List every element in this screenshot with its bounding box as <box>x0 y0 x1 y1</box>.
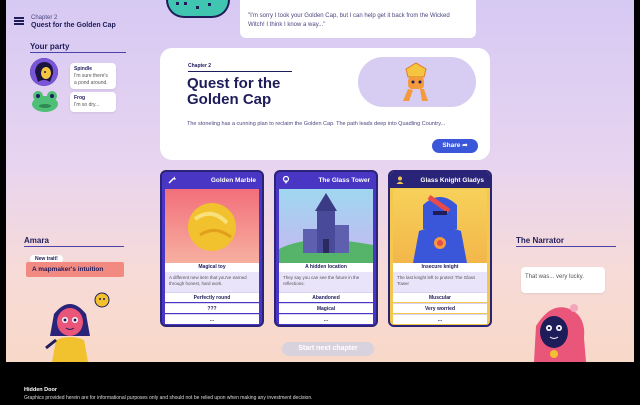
card-header: The Glass Tower <box>276 172 376 188</box>
card-golden-marble[interactable]: Golden Marble Magical toy A different ne… <box>160 170 264 327</box>
footer: Hidden Door Graphics provided herein are… <box>0 362 640 405</box>
quest-chapter: Chapter 2 <box>188 63 212 69</box>
glass-knight-art <box>393 189 487 263</box>
footer-disclaimer: Graphics provided herein are for informa… <box>24 395 313 401</box>
card-title: Golden Marble <box>210 176 256 184</box>
party-divider <box>30 52 126 53</box>
card-option[interactable]: Very worried <box>393 303 487 313</box>
narrator-bubble: That was... very lucky. <box>521 267 605 293</box>
spindle-avatar[interactable] <box>30 58 58 86</box>
frog-avatar[interactable] <box>30 89 58 117</box>
card-option[interactable]: ... <box>279 314 373 324</box>
character-icon <box>396 176 404 184</box>
stoneling-character <box>166 0 230 18</box>
spindle-name: Spindle <box>74 66 93 72</box>
start-next-chapter-button[interactable]: Start next chapter <box>282 342 374 356</box>
card-caption: A hidden location <box>279 263 373 272</box>
header-chapter-label: Chapter 2 <box>31 15 58 21</box>
amara-character[interactable] <box>44 290 114 362</box>
app-screen: Chapter 2 Quest for the Golden Cap Your … <box>6 0 634 362</box>
amara-divider <box>24 246 124 247</box>
frog-name: Frog <box>74 95 86 101</box>
glass-tower-art <box>279 189 373 263</box>
card-option[interactable]: Magical <box>279 303 373 313</box>
location-pin-icon <box>282 175 290 184</box>
card-description: They say you can see the future in the r… <box>279 272 373 292</box>
card-header: Golden Marble <box>162 172 262 188</box>
narrator-line: That was... very lucky. <box>525 274 584 280</box>
card-title: The Glass Tower <box>318 176 370 184</box>
quest-illustration <box>358 57 476 107</box>
quest-rule <box>188 71 292 72</box>
header-chapter-title: Quest for the Golden Cap <box>31 22 116 29</box>
card-description: A different new item that you've earned … <box>165 272 259 292</box>
card-glass-tower[interactable]: The Glass Tower A hidden location They s… <box>274 170 378 327</box>
footer-title: Hidden Door <box>24 387 57 393</box>
golden-marble-art <box>165 189 259 263</box>
frog-line: I'm so dry... <box>74 101 100 108</box>
wand-icon <box>168 176 176 184</box>
quest-card: Chapter 2 Quest for the Golden Cap The s… <box>160 48 490 160</box>
frog-bubble: Frog I'm so dry... <box>70 92 116 112</box>
spindle-bubble: Spindle I'm sure there's a pond around. <box>70 63 116 90</box>
card-title: Glass Knight Gladys <box>420 176 484 184</box>
quest-description: The stoneling has a cunning plan to recl… <box>187 121 446 127</box>
share-label: Share <box>442 142 461 149</box>
card-option[interactable]: Muscular <box>393 292 487 302</box>
card-caption: Insecure knight <box>393 263 487 272</box>
dialog-text: "I'm sorry I took your Golden Cap, but I… <box>248 13 450 28</box>
card-option[interactable]: Perfectly round <box>165 292 259 302</box>
card-description: The last knight left to protect The Glas… <box>393 272 487 292</box>
card-caption: Magical toy <box>165 263 259 272</box>
amara-trait: A mapmaker's intuition <box>26 262 124 277</box>
narrator-character[interactable] <box>526 296 596 362</box>
card-option[interactable]: Abandoned <box>279 292 373 302</box>
menu-icon[interactable] <box>14 17 24 25</box>
narrator-title: The Narrator <box>516 236 565 245</box>
spindle-line: I'm sure there's a pond around. <box>74 72 108 86</box>
card-option[interactable]: ... <box>165 314 259 324</box>
dialog-box: "I'm sorry I took your Golden Cap, but I… <box>240 0 476 38</box>
party-title: Your party <box>30 42 70 51</box>
card-glass-knight[interactable]: Glass Knight Gladys Insecure knight The … <box>388 170 492 327</box>
share-icon: ➦ <box>462 142 468 149</box>
share-button[interactable]: Share ➦ <box>432 139 478 153</box>
quest-title: Quest for the Golden Cap <box>187 75 281 108</box>
narrator-divider <box>516 246 616 247</box>
card-option[interactable]: ??? <box>165 303 259 313</box>
card-option[interactable]: ... <box>393 314 487 324</box>
card-header: Glass Knight Gladys <box>390 172 490 188</box>
amara-title: Amara <box>24 236 49 245</box>
